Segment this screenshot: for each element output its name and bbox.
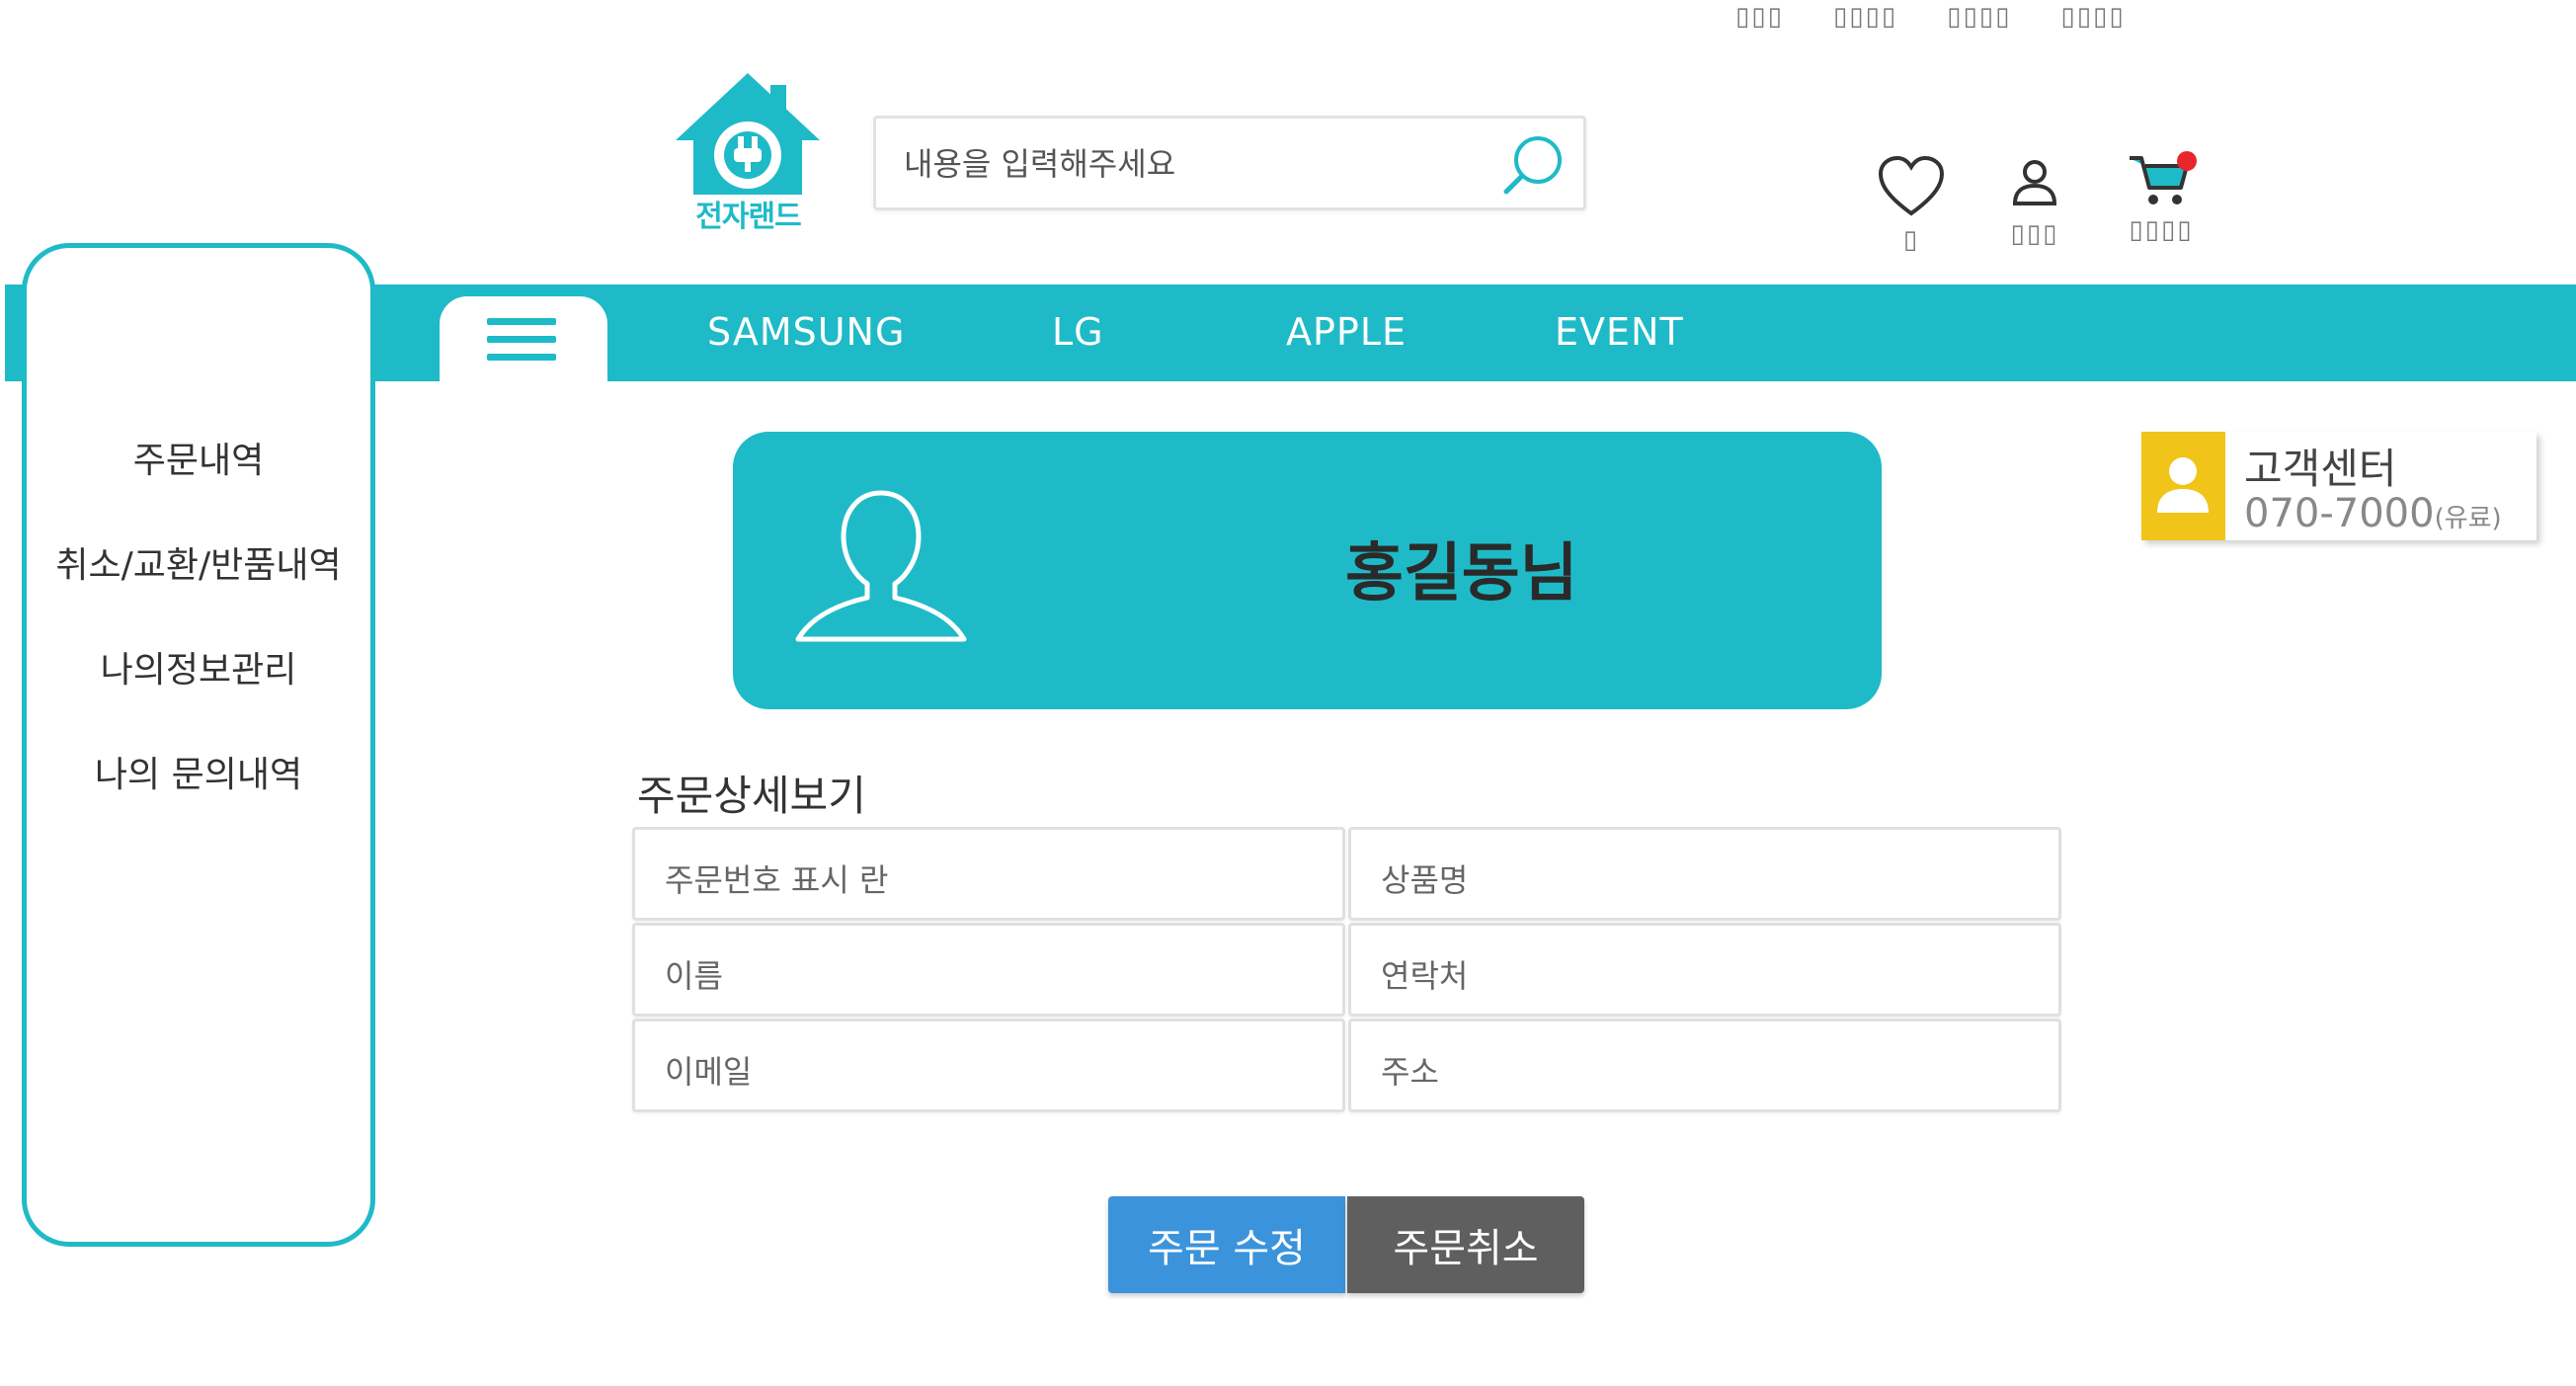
customer-center-title: 고객센터 <box>2244 445 2397 493</box>
profile-name: 홍길동님 <box>1345 537 1578 611</box>
field-label: 상품명 <box>1381 861 1469 899</box>
sidebar-item-my-info[interactable]: 나의정보관리 <box>27 641 370 693</box>
heart-icon <box>1878 155 1945 216</box>
phone-note: (유료) <box>2434 504 2502 533</box>
logo-text: 전자랜드 <box>695 200 801 234</box>
email-field[interactable]: 이메일 <box>632 1019 1345 1112</box>
house-plug-icon <box>676 73 820 195</box>
search-icon[interactable] <box>1498 128 1570 200</box>
product-name-field[interactable]: 상품명 <box>1348 827 2061 921</box>
field-label: 주소 <box>1381 1053 1439 1091</box>
contact-field[interactable]: 연락처 <box>1348 923 2061 1017</box>
sidebar-item-returns[interactable]: 취소/교환/반품내역 <box>27 536 370 588</box>
cart-label: ▯▯▯▯ <box>2129 215 2194 245</box>
field-label: 이메일 <box>665 1053 753 1091</box>
field-label: 주문번호 표시 란 <box>665 861 889 899</box>
page: ▯▯▯ ▯▯▯▯ ▯▯▯▯ ▯▯▯▯ 전자랜드 ▯ <box>0 0 2576 1386</box>
customer-center-badge <box>2141 432 2225 540</box>
phone-number: 070-7000 <box>2244 491 2435 536</box>
name-field[interactable]: 이름 <box>632 923 1345 1017</box>
cart-icon <box>2130 151 2197 204</box>
order-number-field[interactable]: 주문번호 표시 란 <box>632 827 1345 921</box>
nav-item-event[interactable]: EVENT <box>1555 310 1684 354</box>
mypage-button[interactable]: ▯▯▯ <box>1995 158 2074 249</box>
mypage-label: ▯▯▯ <box>2010 219 2059 249</box>
field-label: 연락처 <box>1381 957 1469 995</box>
nav-item-apple[interactable]: APPLE <box>1286 310 1407 354</box>
cart-badge <box>2177 151 2197 171</box>
nav-item-samsung[interactable]: SAMSUNG <box>707 310 905 354</box>
sidebar: 주문내역 취소/교환/반품내역 나의정보관리 나의 문의내역 <box>22 243 375 1247</box>
field-label: 이름 <box>665 957 723 995</box>
search-box <box>873 116 1586 210</box>
edit-order-button[interactable]: 주문 수정 <box>1108 1196 1345 1293</box>
wishlist-button[interactable]: ▯ <box>1875 154 1948 255</box>
hamburger-menu-button[interactable] <box>440 296 607 383</box>
cancel-order-button[interactable]: 주문취소 <box>1347 1196 1584 1293</box>
logo[interactable]: 전자랜드 <box>672 71 825 234</box>
nav-item-lg[interactable]: LG <box>1052 310 1104 354</box>
top-link-4[interactable]: ▯▯▯▯ <box>2060 2 2125 32</box>
profile-card: 홍길동님 <box>733 432 1882 709</box>
order-detail-title: 주문상세보기 <box>637 772 866 820</box>
top-link-2[interactable]: ▯▯▯▯ <box>1833 2 1897 32</box>
wishlist-label: ▯ <box>1902 225 1920 255</box>
top-link-1[interactable]: ▯▯▯ <box>1735 2 1784 32</box>
search-input[interactable] <box>904 140 1496 188</box>
customer-center[interactable]: 고객센터 070-7000(유료) <box>2141 432 2536 540</box>
top-links: ▯▯▯ ▯▯▯▯ ▯▯▯▯ ▯▯▯▯ <box>1735 2 2126 32</box>
customer-center-phone: 070-7000(유료) <box>2244 491 2502 536</box>
address-field[interactable]: 주소 <box>1348 1019 2061 1112</box>
sidebar-item-orders[interactable]: 주문내역 <box>27 432 370 483</box>
user-icon <box>2012 160 2057 205</box>
sidebar-item-inquiries[interactable]: 나의 문의내역 <box>27 746 370 797</box>
cart-button[interactable]: ▯▯▯▯ <box>2122 148 2201 245</box>
user-icon <box>2157 457 2209 513</box>
user-avatar-icon <box>795 490 967 642</box>
top-link-3[interactable]: ▯▯▯▯ <box>1947 2 2011 32</box>
hamburger-icon <box>487 318 556 325</box>
